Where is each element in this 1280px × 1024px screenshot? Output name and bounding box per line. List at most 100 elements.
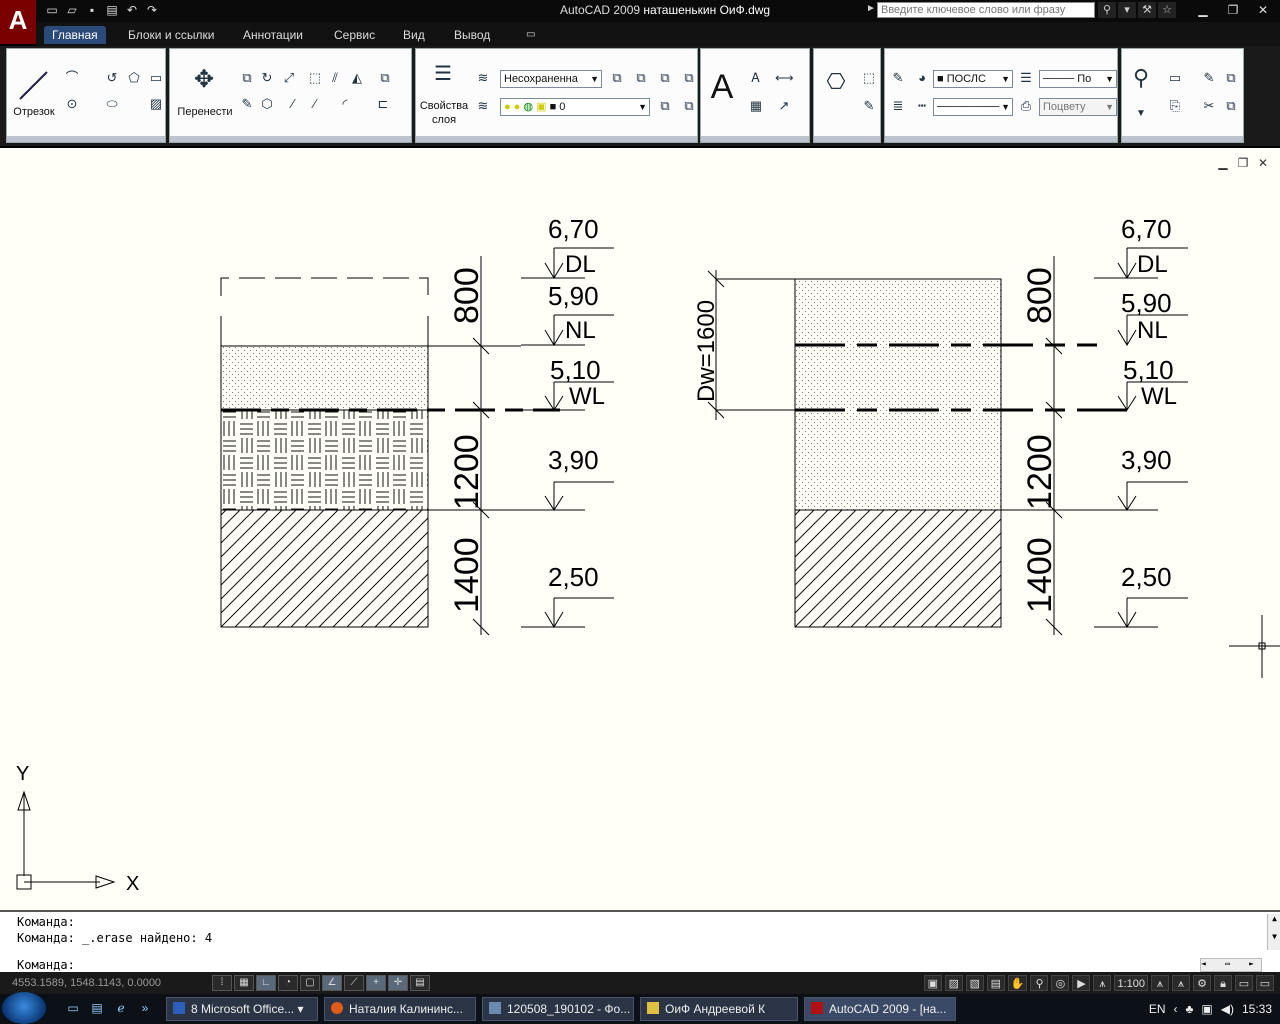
circle-icon[interactable]: ⊙ [63,95,81,113]
explode-icon[interactable]: ⬡ [258,95,276,113]
taskbar-item-browser[interactable]: Наталия Калининс... [324,997,476,1021]
layout2-icon[interactable]: ▧ [965,975,984,991]
extend-icon[interactable]: ⁄ [306,95,324,113]
hatch-icon[interactable]: ▨ [147,95,165,113]
linetype-combo[interactable]: ──────── ▼ [933,98,1013,116]
chevron-down-icon[interactable]: ▾ [1118,2,1136,18]
cut-icon[interactable]: ✂ [1200,97,1218,115]
layer-state-combo[interactable]: Несохраненна ▼ [500,70,602,88]
panel-utilities-footer[interactable] [1122,136,1243,142]
panel-draw-footer[interactable] [7,136,165,142]
open-file-icon[interactable]: ▱ [64,3,80,18]
command-prompt[interactable]: Команда: [17,958,75,972]
zoom-status-icon[interactable]: ⚲ [1030,975,1049,991]
layout1-icon[interactable]: ▨ [944,975,963,991]
break-icon[interactable]: ⊏ [374,95,392,113]
ducs-toggle-icon[interactable]: ⟋ [344,975,364,991]
single-line-text-icon[interactable]: Ꭺ [747,69,765,87]
stretch-icon[interactable]: ⬚ [306,69,324,87]
rectangle-icon[interactable]: ▭ [147,69,165,87]
line-tool-icon[interactable] [17,69,51,103]
taskbar-item-word[interactable]: 8 Microsoft Office... ▾ [166,997,318,1021]
ribbon-minimize-icon[interactable]: ▭ [518,26,543,44]
panel-layers-footer[interactable] [416,136,697,142]
auto-scale-icon[interactable]: ⩚ [1172,975,1190,991]
erase-icon[interactable]: ✎ [238,95,256,113]
arc-icon[interactable]: ↺ [103,69,121,87]
plotstyle-icon[interactable]: ⎙ [1017,97,1035,115]
language-indicator[interactable]: EN [1149,1002,1166,1016]
copy-clip-icon[interactable]: ⧉ [1222,97,1240,115]
clean-screen-icon[interactable]: ▭ [1256,975,1274,991]
lineweight-combo[interactable]: ──── По ▼ [1039,70,1117,88]
workspace-icon[interactable]: ⚙ [1193,975,1211,991]
create-block-icon[interactable]: ⬚ [860,69,878,87]
paste-icon[interactable]: ⎘ [1166,97,1184,115]
switch-windows-icon[interactable]: ▤ [88,1001,106,1017]
trim-icon[interactable]: ⁄ [284,95,302,113]
polygon-icon[interactable]: ⬠ [125,69,143,87]
mirror-icon[interactable]: ◭ [348,69,366,87]
lineweight-toggle-icon[interactable]: ✛ [388,975,408,991]
command-hscrollbar[interactable]: ◄ ▭ ► [1200,958,1262,972]
tray-settings-icon[interactable]: ▭ [1235,975,1253,991]
tab-view[interactable]: Вид [395,26,433,44]
layer-state-icon[interactable]: ≋ [474,69,492,87]
layer-off-icon[interactable]: ⧉ [632,69,650,87]
zoom-icon[interactable]: ⚲ [1128,67,1154,95]
lineweight-icon[interactable]: ☰ [1017,69,1035,87]
new-file-icon[interactable]: ▭ [44,3,60,18]
minimize-icon[interactable]: ▁ [1190,1,1216,19]
rotate-icon[interactable]: ↻ [258,69,276,87]
list-icon[interactable]: ≣ [889,97,907,115]
close-icon[interactable]: ✕ [1250,1,1276,19]
chevron-right-icon[interactable]: » [136,1001,154,1017]
move-icon[interactable]: ✥ [192,68,216,95]
plotstyle-combo[interactable]: Поцвету ▼ [1039,98,1117,116]
layer-properties-icon[interactable]: ☰ [430,64,456,91]
table-icon[interactable]: ▦ [747,97,765,115]
measure-icon[interactable]: ⧉ [1222,69,1240,87]
match-properties-icon[interactable]: ✎ [889,69,907,87]
array-icon[interactable]: ⧉ [376,69,394,87]
grid-toggle-icon[interactable]: ▦ [234,975,254,991]
panel-block-footer[interactable] [814,136,880,142]
multileader-icon[interactable]: ↗ [775,97,793,115]
layer-current-combo[interactable]: ● ● ◍ ▣ ■ 0 ▼ [500,98,650,116]
polyline-icon[interactable]: ⌒ [63,69,81,87]
taskbar-item-photo[interactable]: 120508_190102 - Фо... [482,997,634,1021]
scale-icon[interactable]: ⤢ [280,69,298,87]
tab-output[interactable]: Вывод [446,26,498,44]
communication-center-icon[interactable]: ⚒ [1138,2,1156,18]
annotation-visibility-icon[interactable]: ⩚ [1151,975,1169,991]
lock-icon[interactable]: 🔒︎ [1214,975,1232,991]
annotation-scale-icon[interactable]: ⩚ [1093,975,1112,991]
layer-iso-icon[interactable]: ⧉ [608,69,626,87]
panel-modify-footer[interactable] [170,136,411,142]
chevron-down-icon[interactable]: ▼ [1132,105,1150,123]
ortho-toggle-icon[interactable]: ∟ [256,975,276,991]
redo-icon[interactable]: ↷ [144,3,160,18]
chevron-left-icon[interactable]: ‹ [1174,1002,1178,1016]
pan-icon[interactable]: ✋ [1007,975,1028,991]
osnap-toggle-icon[interactable]: ▢ [300,975,320,991]
steering-wheel-icon[interactable]: ◎ [1051,975,1070,991]
print-icon[interactable]: ▤ [104,3,120,18]
tab-blocks[interactable]: Блоки и ссылки [120,26,222,44]
clock[interactable]: 15:33 [1242,1002,1272,1016]
layer-merge-icon[interactable]: ⧉ [680,97,698,115]
multiline-text-icon[interactable]: A [707,69,737,105]
layer-freeze-icon[interactable]: ⧉ [656,69,674,87]
layer-walk-icon[interactable]: ⧉ [656,97,674,115]
start-button-icon[interactable] [2,992,46,1024]
search-expand-icon[interactable]: ► [866,3,876,14]
show-desktop-icon[interactable]: ▭ [64,1001,82,1017]
search-icon[interactable]: ⚲ [1098,2,1116,18]
ie-icon[interactable]: ℯ [112,1001,130,1017]
linear-dimension-icon[interactable]: ⟷ [775,69,794,87]
copy-icon[interactable]: ⧉ [238,69,256,87]
quick-view-icon[interactable]: ▤ [986,975,1005,991]
showmotion-icon[interactable]: ▶ [1072,975,1091,991]
panel-annotation-footer[interactable] [701,136,809,142]
model-icon[interactable]: ▣ [923,975,942,991]
